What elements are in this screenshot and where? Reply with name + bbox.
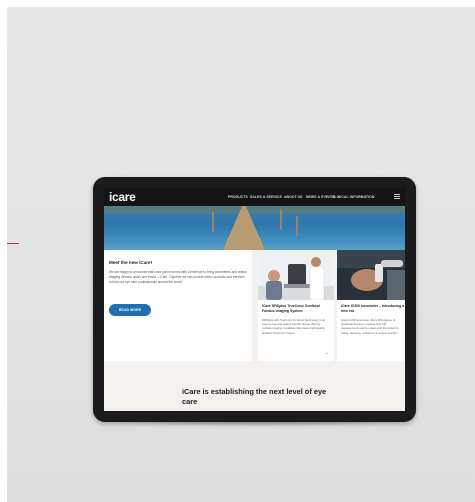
red-accent-line — [7, 243, 19, 244]
intro-title: Meet the new iCare! — [109, 260, 153, 265]
read-more-button[interactable]: READ MORE — [109, 304, 151, 316]
tablet-screen: icare PRODUCTS SALES & SERVICE ABOUT US … — [104, 188, 405, 411]
nav-sales-service[interactable]: SALES & SERVICE — [250, 195, 282, 199]
nav-news-events[interactable]: NEWS & EVENTS — [306, 195, 335, 199]
drsplus-photo — [258, 250, 334, 300]
icare-logo[interactable]: icare — [109, 190, 136, 204]
card-title: iCare IC200 tonometer – Introducing a ne… — [341, 304, 405, 313]
hamburger-menu-icon[interactable] — [394, 194, 400, 199]
card-title: iCare DRSplus TrueColor Confocal Fundus … — [262, 304, 320, 313]
product-card-drsplus[interactable]: iCare DRSplus TrueColor Confocal Fundus … — [258, 250, 334, 361]
backdrop: icare PRODUCTS SALES & SERVICE ABOUT US … — [7, 7, 475, 502]
intro-text: We are happy to announce that Icare join… — [109, 270, 247, 284]
arrow-right-icon[interactable]: → — [324, 350, 329, 356]
nav-about-us[interactable]: ABOUT US — [284, 195, 303, 199]
nav-products[interactable]: PRODUCTS — [228, 195, 248, 199]
pier-graphic — [222, 206, 266, 250]
hero-image — [104, 206, 405, 250]
intro-card: Meet the new iCare! We are happy to anno… — [104, 250, 252, 361]
site-header: icare PRODUCTS SALES & SERVICE ABOUT US … — [104, 188, 405, 206]
product-card-ic200[interactable]: iCare IC200 tonometer – Introducing a ne… — [337, 250, 405, 361]
card-text: DRSplus with TrueColor Confocal Technolo… — [262, 318, 326, 335]
card-text: iCare IC200 tonometer offers 200-degree … — [341, 318, 399, 335]
nav-clinical-information[interactable]: CLINICAL INFORMATION — [332, 195, 374, 199]
tagline-heading: iCare is establishing the next level of … — [182, 387, 327, 406]
tablet-device: icare PRODUCTS SALES & SERVICE ABOUT US … — [93, 177, 416, 422]
ic200-photo — [337, 250, 405, 300]
